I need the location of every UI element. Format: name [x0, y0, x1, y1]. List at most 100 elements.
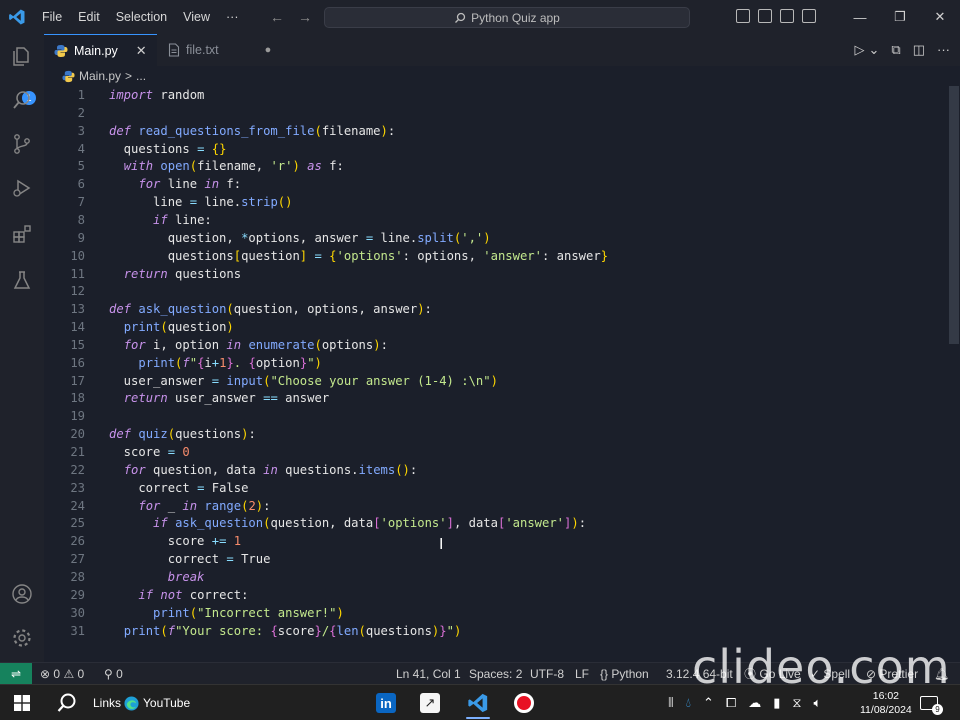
linkedin-app-icon[interactable]: in [376, 685, 396, 720]
code-line[interactable]: 24 for _ in range(2): [44, 498, 948, 516]
extensions-icon[interactable] [10, 222, 34, 246]
more-actions-icon[interactable]: ··· [937, 42, 950, 58]
remote-indicator-icon[interactable]: ⇌ [0, 662, 32, 685]
code-line[interactable]: 13 def ask_question(question, options, an… [44, 301, 948, 319]
line-ending[interactable]: LF [575, 663, 589, 685]
code-line[interactable]: 22 for question, data in questions.items… [44, 462, 948, 480]
code-line[interactable]: 18 return user_answer == answer [44, 390, 948, 408]
display-icon[interactable]: ⧠ [726, 695, 736, 711]
run-debug-icon[interactable] [10, 176, 34, 200]
bluetooth-icon[interactable]: ⦀ [668, 695, 674, 711]
toggle-secondary-sidebar-icon[interactable] [780, 9, 794, 23]
close-button[interactable]: ✕ [920, 0, 960, 34]
battery-icon[interactable]: ▮ [773, 695, 780, 711]
code-line[interactable]: 21 score = 0 [44, 444, 948, 462]
network-icon[interactable]: ⧖ [792, 695, 801, 711]
code-line[interactable]: 19 [44, 408, 948, 426]
indentation[interactable]: Spaces: 2 [469, 663, 522, 685]
search-icon[interactable] [10, 88, 34, 112]
code-line[interactable]: 23 correct = False [44, 480, 948, 498]
code-line[interactable]: 25 if ask_question(question, data['optio… [44, 515, 948, 533]
code-line[interactable]: 28 break [44, 569, 948, 587]
restore-button[interactable]: ❐ [880, 0, 920, 34]
code-line[interactable]: 20 def quiz(questions): [44, 426, 948, 444]
chevron-up-icon[interactable]: ⌃ [703, 695, 714, 711]
unsaved-dot-icon[interactable]: ● [265, 44, 272, 56]
code-line[interactable]: 10 questions[question] = {'options': opt… [44, 248, 948, 266]
code-editor[interactable]: 1 import random 2 3 def read_questions_from_… [44, 86, 948, 662]
onedrive-icon[interactable]: ☁ [748, 695, 761, 711]
code-token: ( [358, 623, 366, 638]
scrollbar-thumb[interactable] [949, 86, 959, 344]
code-line[interactable]: 5 with open(filename, 'r') as f: [44, 158, 948, 176]
editor-scrollbar[interactable] [946, 86, 960, 662]
code-line[interactable]: 17 user_answer = input("Choose your answ… [44, 373, 948, 391]
close-tab-icon[interactable]: ✕ [136, 43, 147, 59]
notification-center-icon[interactable]: 9 [920, 685, 943, 720]
code-line[interactable]: 29 if not correct: [44, 587, 948, 605]
testing-flask-icon[interactable] [10, 268, 34, 292]
run-play-icon[interactable]: ▷ [855, 42, 865, 58]
code-line[interactable]: 14 print(question) [44, 319, 948, 337]
split-editor-icon[interactable]: ◫ [913, 42, 925, 58]
command-center-search[interactable]: Python Quiz app [324, 7, 690, 28]
menu-more[interactable]: ··· [218, 0, 247, 34]
code-token: {} [211, 141, 227, 156]
app-launcher-icon[interactable]: ↗ [420, 685, 440, 720]
open-preview-icon[interactable]: ⧉ [891, 42, 900, 58]
youtube-link[interactable]: YouTube [124, 685, 190, 720]
chevron-down-icon[interactable]: ⌄ [869, 42, 880, 58]
ports-indicator[interactable]: ⚲ 0 [104, 663, 123, 685]
settings-gear-icon[interactable] [10, 626, 34, 650]
code-line[interactable]: 7 line = line.strip() [44, 194, 948, 212]
customize-layout-icon[interactable] [802, 9, 816, 23]
back-arrow-icon[interactable]: ← [270, 0, 284, 34]
code-line[interactable]: 31 print(f"Your score: {score}/{len(ques… [44, 623, 948, 641]
vscode-app-icon[interactable] [454, 685, 502, 720]
water-drop-icon[interactable]: 💧︎ [686, 695, 691, 711]
volume-icon[interactable]: 🔈︎ [814, 695, 822, 711]
code-line[interactable]: 6 for line in f: [44, 176, 948, 194]
menu-file[interactable]: File [34, 0, 70, 34]
recorder-app-icon[interactable] [514, 685, 534, 720]
encoding[interactable]: UTF-8 [530, 663, 564, 685]
code-line[interactable]: 2 [44, 105, 948, 123]
tab-main-py[interactable]: Main.py ✕ [44, 34, 157, 66]
code-line[interactable]: 11 return questions [44, 266, 948, 284]
toggle-sidebar-icon[interactable] [736, 9, 750, 23]
minimize-button[interactable]: — [840, 0, 880, 34]
menu-edit[interactable]: Edit [70, 0, 108, 34]
links-toolbar[interactable]: Links [93, 685, 121, 720]
start-windows-icon[interactable] [14, 685, 30, 720]
clock[interactable]: 16:02 11/08/2024 [860, 685, 912, 720]
code-line[interactable]: 3 def read_questions_from_file(filename): [44, 123, 948, 141]
code-line[interactable]: 12 [44, 283, 948, 301]
code-line[interactable]: 1 import random [44, 87, 948, 105]
code-token: read_questions_from_file [138, 123, 315, 138]
language-mode[interactable]: {} Python [600, 663, 649, 685]
menu-selection[interactable]: Selection [108, 0, 175, 34]
taskbar-search-icon[interactable] [56, 685, 78, 720]
explorer-icon[interactable] [10, 44, 34, 68]
code-line[interactable]: 27 correct = True [44, 551, 948, 569]
code-line[interactable]: 26 score += 1 [44, 533, 948, 551]
code-line[interactable]: 15 for i, option in enumerate(options): [44, 337, 948, 355]
code-line[interactable]: 16 print(f"{i+1}. {option}") [44, 355, 948, 373]
code-line[interactable]: 8 if line: [44, 212, 948, 230]
menu-view[interactable]: View [175, 0, 218, 34]
accounts-icon[interactable] [10, 582, 34, 606]
breadcrumb-symbol[interactable]: ... [136, 69, 146, 83]
tab-file-txt[interactable]: file.txt ● [158, 34, 281, 66]
cursor-position[interactable]: Ln 41, Col 1 [396, 663, 461, 685]
editor-actions: ▷ ⌄ ⧉ ◫ ··· [855, 42, 951, 58]
source-control-icon[interactable] [10, 132, 34, 156]
forward-arrow-icon[interactable]: → [298, 0, 312, 34]
code-line[interactable]: 30 print("Incorrect answer!") [44, 605, 948, 623]
code-line[interactable]: 9 question, *options, answer = line.spli… [44, 230, 948, 248]
problems-indicator[interactable]: ⊗ 0 ⚠ 0 [40, 663, 84, 685]
breadcrumb-file[interactable]: Main.py [79, 69, 121, 83]
code-line[interactable]: 4 questions = {} [44, 141, 948, 159]
toggle-panel-icon[interactable] [758, 9, 772, 23]
code-token: with [123, 159, 154, 174]
